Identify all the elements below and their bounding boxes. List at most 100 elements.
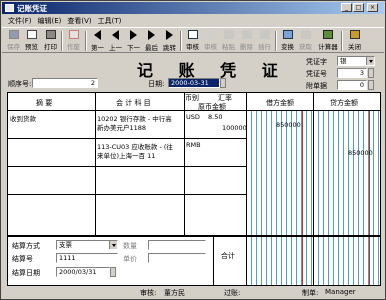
- minimize-button[interactable]: _: [341, 3, 352, 12]
- total-label: 合计: [221, 252, 235, 260]
- calculator-icon: [323, 30, 333, 39]
- voucher-number-field[interactable]: 3: [337, 68, 367, 78]
- unaudit-icon: [205, 30, 216, 39]
- voucher-type-select[interactable]: 银: [337, 56, 375, 66]
- settle-number-field[interactable]: 1111: [56, 253, 118, 263]
- cancel-icon: [68, 30, 79, 39]
- toolbar-separator: [275, 31, 277, 51]
- attachments-label: 附单据: [306, 82, 327, 90]
- row1-account-line2[interactable]: 新办美元户1188: [97, 122, 146, 132]
- grid-line: [184, 93, 185, 235]
- auditor-label: 审核:: [140, 289, 157, 297]
- last-icon: [148, 30, 155, 40]
- fetch-button[interactable]: 获取: [297, 29, 314, 53]
- delete-row-button[interactable]: 删除: [238, 29, 255, 53]
- toolbar-separator: [85, 31, 87, 51]
- auditor-value: 董方民: [164, 289, 185, 297]
- credit-header: 贷方金额: [330, 99, 358, 107]
- prev-button[interactable]: 上一: [107, 29, 124, 53]
- date-label: 日期:: [148, 80, 165, 88]
- debit-digit-columns: [247, 111, 313, 235]
- print-icon: [45, 30, 56, 39]
- date-field[interactable]: 2000-03-31: [168, 78, 220, 88]
- credit-decimal-line: [369, 111, 370, 235]
- voucher-number-spinner[interactable]: [368, 68, 374, 78]
- date-spinner[interactable]: [220, 78, 226, 88]
- preview-icon: [26, 30, 37, 39]
- fetch-icon: [300, 30, 311, 39]
- paste-button[interactable]: 粘贴: [220, 29, 237, 53]
- maker-value: Manager: [325, 288, 356, 296]
- print-button[interactable]: 打印: [42, 29, 59, 53]
- row1-currency[interactable]: USD: [186, 113, 200, 121]
- row2-account-line2[interactable]: 来单位)上海一百 11: [97, 150, 155, 160]
- first-icon: [94, 30, 101, 40]
- delete-row-icon: [241, 30, 252, 39]
- app-icon: [5, 4, 14, 12]
- window-title: 记账凭证: [17, 3, 47, 13]
- close-door-icon: [349, 30, 360, 39]
- row1-rate[interactable]: 8.50: [208, 113, 222, 121]
- save-button[interactable]: 保存: [5, 29, 22, 53]
- unaudit-button[interactable]: 审核: [202, 29, 219, 53]
- save-icon: [8, 30, 19, 39]
- row2-currency[interactable]: RMB: [186, 141, 201, 149]
- first-button[interactable]: 第一: [89, 29, 106, 53]
- calculator-button[interactable]: 计算器: [317, 29, 339, 53]
- settle-date-field[interactable]: 2000/03/31: [56, 267, 110, 277]
- title-bar[interactable]: 记账凭证: [2, 2, 384, 14]
- settle-date-spinner[interactable]: [110, 267, 116, 277]
- row1-orig-amount[interactable]: 100000: [222, 124, 247, 132]
- preview-button[interactable]: 预览: [23, 29, 40, 53]
- total-debit-columns: [247, 237, 313, 285]
- toolbar-separator: [341, 31, 343, 51]
- currency-header: 币别: [185, 94, 199, 102]
- attachments-spinner[interactable]: [368, 80, 374, 90]
- total-credit-columns: [314, 237, 380, 285]
- poster-label: 过账:: [224, 289, 241, 297]
- insert-row-button[interactable]: 插行: [256, 29, 273, 53]
- quantity-label: 数量: [123, 242, 137, 250]
- close-voucher-button[interactable]: 关闭: [346, 29, 363, 53]
- prev-icon: [112, 30, 119, 40]
- menu-edit[interactable]: 编辑(E): [38, 16, 62, 26]
- convert-icon: [282, 30, 293, 39]
- menu-view[interactable]: 查看(V): [67, 16, 91, 26]
- close-button[interactable]: ×: [367, 3, 378, 12]
- menu-tools[interactable]: 工具(T): [98, 16, 122, 26]
- grid-line: [95, 93, 96, 235]
- quantity-field[interactable]: [148, 240, 206, 250]
- entry-grid: 摘 要 会 计 科 目 币别 汇率 原币金额 借方金额 贷方金额 收到货款 10…: [7, 92, 381, 236]
- last-button[interactable]: 最后: [143, 29, 160, 53]
- settlement-panel: 结算方式 支票 结算号 1111 结算日期 2000/03/31 数量 单价 合…: [7, 236, 381, 286]
- voucher-number-label: 凭证号: [306, 70, 327, 78]
- maker-label: 制单:: [302, 289, 319, 297]
- maximize-button[interactable]: □: [353, 3, 364, 12]
- next-button[interactable]: 下一: [125, 29, 142, 53]
- cancel-voucher-button[interactable]: 作废: [65, 29, 82, 53]
- voucher-window: 记账凭证 _ □ × 文件(F) 编辑(E) 查看(V) 工具(T) 保存 预览…: [0, 0, 386, 300]
- toolbar: 保存 预览 打印 作废 第一 上一 下一 最后 跳转 审核 审核 粘贴 删除 插…: [2, 27, 384, 53]
- settle-method-label: 结算方式: [12, 242, 40, 250]
- audit-button[interactable]: 审核: [184, 29, 201, 53]
- voucher-content: 记 账 凭 证 顺序号: 2 日期: 2000-03-31 凭证字 银 凭证号 …: [2, 54, 384, 299]
- seq-label: 顺序号:: [8, 80, 32, 88]
- price-field[interactable]: [148, 253, 206, 263]
- row1-debit[interactable]: 850000: [276, 121, 301, 129]
- menu-file[interactable]: 文件(F): [8, 16, 32, 26]
- toolbar-separator: [180, 31, 182, 51]
- attachments-field[interactable]: 0: [337, 80, 367, 90]
- jump-button[interactable]: 跳转: [161, 29, 178, 53]
- convert-button[interactable]: 变换: [279, 29, 296, 53]
- chevron-down-icon[interactable]: [366, 57, 374, 65]
- voucher-type-label: 凭证字: [306, 58, 327, 66]
- grid-line: [213, 237, 214, 285]
- jump-icon: [166, 30, 173, 40]
- seq-field[interactable]: 2: [32, 78, 98, 88]
- debit-decimal-line: [302, 111, 303, 235]
- debit-header: 借方金额: [266, 99, 294, 107]
- settle-method-select[interactable]: 支票: [56, 240, 118, 250]
- row1-summary[interactable]: 收到货款: [10, 113, 36, 123]
- row2-credit[interactable]: 850000: [348, 149, 373, 157]
- chevron-down-icon[interactable]: [109, 241, 117, 249]
